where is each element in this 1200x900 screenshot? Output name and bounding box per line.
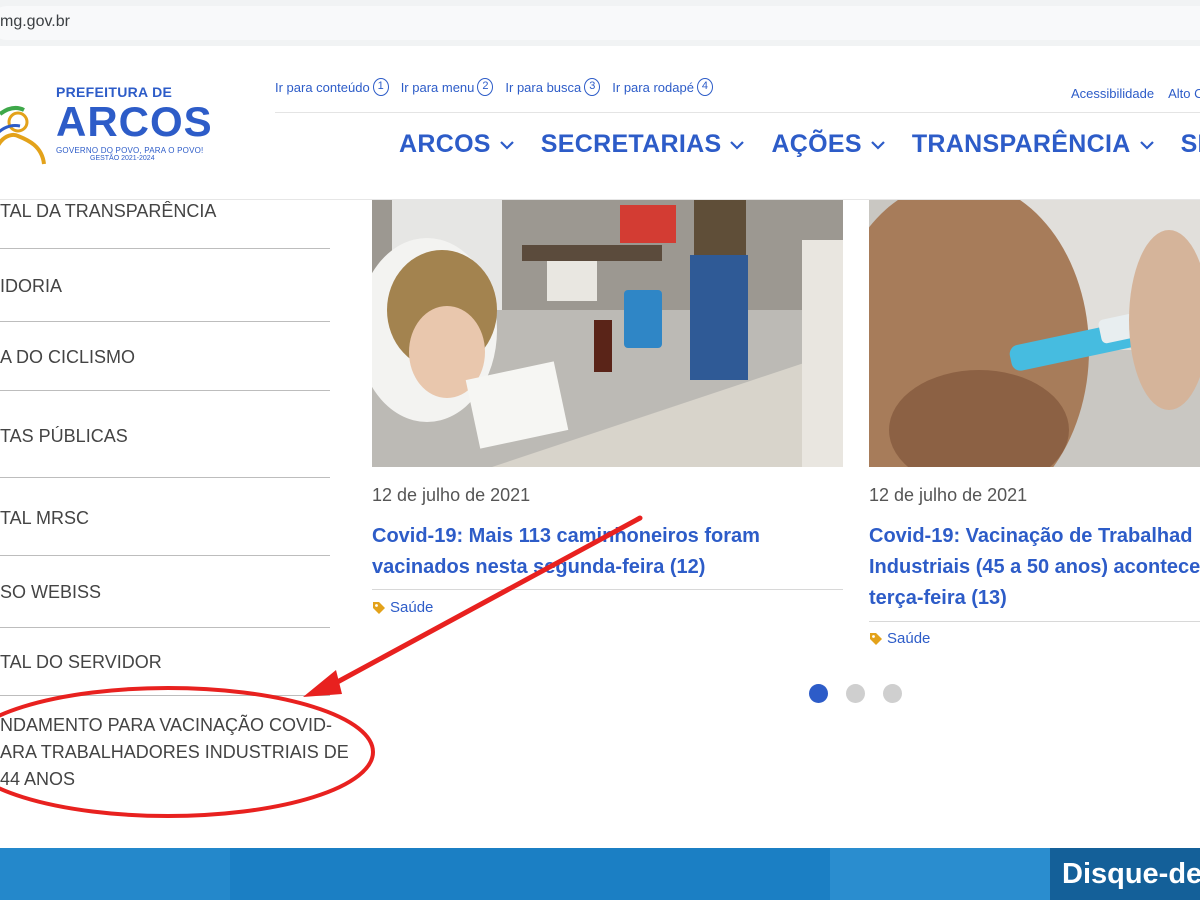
skip-link-footer[interactable]: Ir para rodapé 4 — [612, 78, 713, 96]
news-title-line: terça-feira (13) — [869, 587, 1007, 609]
disque-banner[interactable]: Disque-de — [0, 848, 1200, 900]
skip-link-menu[interactable]: Ir para menu 2 — [401, 78, 494, 96]
sidebar-divider — [0, 248, 330, 249]
carousel-dot-3[interactable] — [883, 684, 902, 703]
header-divider — [275, 112, 1200, 113]
nav-label: AÇÕES — [771, 130, 862, 158]
chevron-down-icon — [500, 140, 514, 150]
news-image-1[interactable] — [372, 200, 843, 467]
nav-item-secretarias[interactable]: SECRETARIAS — [541, 130, 746, 159]
news-title-1[interactable]: Covid-19: Mais 113 caminhoneiros foram v… — [372, 521, 760, 583]
sidebar-item-mrsc[interactable]: TAL MRSC — [0, 508, 330, 529]
skip-link-label: Ir para busca — [505, 79, 582, 95]
main-nav: ARCOS SECRETARIAS AÇÕES TRANSPARÊNCIA SE… — [399, 130, 1200, 159]
vaccine-injection-photo — [869, 200, 1200, 467]
news-title-line: vacinados nesta segunda-feira (12) — [372, 556, 706, 578]
address-field[interactable] — [0, 6, 1200, 40]
nav-item-transparencia[interactable]: TRANSPARÊNCIA — [912, 130, 1155, 159]
vaccination-room-photo — [372, 200, 843, 467]
skip-link-content[interactable]: Ir para conteúdo 1 — [275, 78, 389, 96]
chevron-down-icon — [730, 140, 745, 150]
news-title-line: Covid-19: Mais 113 caminhoneiros foram — [372, 525, 760, 547]
sidebar-item-ciclismo[interactable]: A DO CICLISMO — [0, 347, 330, 368]
annotation-arrow-head — [303, 670, 342, 697]
accessibility-link[interactable]: Acessibilidade — [1071, 86, 1154, 101]
sidebar-item-servidor[interactable]: TAL DO SERVIDOR — [0, 652, 330, 673]
chevron-down-icon — [871, 140, 885, 150]
logo-term: GESTÃO 2021-2024 — [90, 155, 155, 162]
news-tag-2[interactable]: Saúde — [869, 630, 930, 647]
logo-name[interactable]: ARCOS — [56, 98, 213, 146]
skip-links: Ir para conteúdo 1 Ir para menu 2 Ir para … — [275, 78, 713, 96]
carousel-dot-2[interactable] — [846, 684, 865, 703]
news-tag-1[interactable]: Saúde — [372, 599, 433, 616]
nav-label: TRANSPARÊNCIA — [911, 130, 1131, 158]
nav-label: SECRETARIAS — [540, 130, 722, 158]
address-url[interactable]: mg.gov.br — [0, 13, 70, 31]
skip-link-label: Ir para menu — [400, 79, 475, 95]
sidebar-divider — [0, 555, 330, 556]
skip-key-badge: 4 — [696, 78, 713, 96]
carousel-pager — [809, 684, 902, 703]
tag-icon — [870, 632, 882, 645]
logo-icon[interactable] — [0, 84, 50, 168]
skip-key-badge: 3 — [584, 78, 601, 96]
nav-item-acoes[interactable]: AÇÕES — [771, 130, 885, 159]
skip-link-label: Ir para conteúdo — [275, 79, 370, 95]
sidebar-item-line: NDAMENTO PARA VACINAÇÃO COVID- — [0, 715, 333, 735]
sidebar-item-webiss[interactable]: SO WEBISS — [0, 582, 330, 603]
news-date-2: 12 de julho de 2021 — [869, 485, 1028, 505]
skip-key-badge: 1 — [372, 78, 389, 96]
sidebar-item-line: ARA TRABALHADORES INDUSTRIAIS DE — [0, 742, 349, 762]
nav-item-servicos[interactable]: SERVI — [1181, 130, 1200, 159]
banner-text: Disque-de — [1062, 858, 1200, 890]
skip-link-search[interactable]: Ir para busca 3 — [505, 78, 601, 96]
tag-icon — [373, 601, 385, 614]
nav-label: SERVI — [1180, 130, 1200, 158]
sidebar-item-ouvidoria[interactable]: IDORIA — [0, 276, 330, 297]
skip-link-label: Ir para rodapé — [612, 79, 694, 95]
nav-label: ARCOS — [399, 130, 491, 158]
banner-pattern — [0, 848, 1050, 900]
sidebar-item-agendamento-vacinacao[interactable]: NDAMENTO PARA VACINAÇÃO COVID- ARA TRABA… — [0, 712, 349, 793]
high-contrast-link[interactable]: Alto C — [1168, 86, 1200, 101]
news-title-2[interactable]: Covid-19: Vacinação de Trabalhad Industr… — [869, 521, 1200, 614]
nav-item-arcos[interactable]: ARCOS — [399, 130, 515, 159]
sidebar-divider — [0, 477, 330, 478]
sidebar-divider — [0, 390, 330, 391]
news-tag-label: Saúde — [887, 630, 931, 647]
utility-links: Acessibilidade Alto C — [1071, 86, 1200, 101]
news-date-1: 12 de julho de 2021 — [372, 485, 531, 505]
news-image-2[interactable] — [869, 200, 1200, 467]
sidebar-item-line: 44 ANOS — [0, 769, 76, 789]
news-tag-label: Saúde — [390, 599, 434, 616]
skip-key-badge: 2 — [477, 78, 494, 96]
carousel-dot-1[interactable] — [809, 684, 828, 703]
browser-toolbar: mg.gov.br — [0, 0, 1200, 46]
sidebar-item-transparencia[interactable]: TAL DA TRANSPARÊNCIA — [0, 201, 330, 222]
logo-tagline: GOVERNO DO POVO, PARA O POVO! — [56, 146, 204, 155]
chevron-down-icon — [1139, 140, 1154, 150]
sidebar-item-contas-publicas[interactable]: TAS PÚBLICAS — [0, 426, 330, 447]
news-divider — [869, 621, 1200, 622]
sidebar-divider — [0, 321, 330, 322]
sidebar-divider — [0, 695, 330, 696]
news-divider — [372, 589, 843, 590]
news-title-line: Covid-19: Vacinação de Trabalhad — [869, 525, 1193, 547]
news-title-line: Industriais (45 a 50 anos) acontece — [869, 556, 1200, 578]
sidebar-divider — [0, 627, 330, 628]
